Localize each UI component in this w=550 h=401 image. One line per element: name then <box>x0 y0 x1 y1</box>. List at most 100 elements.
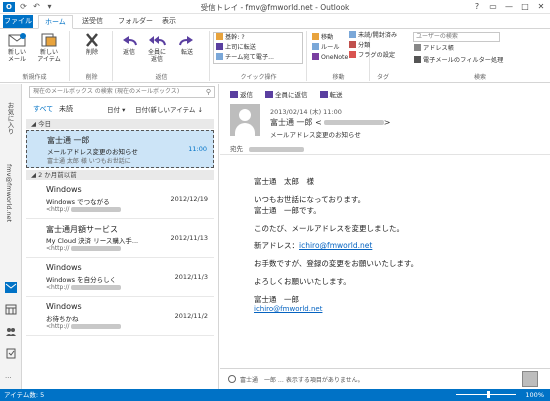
delete-icon <box>86 33 98 47</box>
group-delete: 削除 削除 <box>71 31 113 81</box>
search-icon[interactable]: ⚲ <box>206 87 211 97</box>
sender-avatar[interactable] <box>230 104 260 136</box>
reply-action[interactable]: 返信 <box>230 89 253 99</box>
redacted-text <box>71 324 122 329</box>
reply-all-small-icon <box>265 91 273 98</box>
body-line: このたび、メールアドレスを変更しました。 <box>254 224 404 233</box>
follow-up-button[interactable]: フラグの設定 <box>349 51 411 61</box>
message-item[interactable]: Windows Windows でつながる <http:// 2012/12/1… <box>26 181 214 219</box>
categorize-icon <box>349 41 356 48</box>
flag-icon <box>349 51 356 58</box>
header-divider <box>220 154 550 155</box>
mail-small-icon <box>216 53 223 60</box>
message-item[interactable]: 富士通 一郎 メールアドレス変更のお知らせ 富士通 太郎 様 いつもお世話に 1… <box>26 130 214 168</box>
zoom-slider[interactable] <box>456 394 516 395</box>
reply-all-button[interactable]: 全員に 返信 <box>144 33 170 63</box>
categorize-button[interactable]: 分類 <box>349 41 411 51</box>
body-line: 富士通 一郎 <box>254 295 299 304</box>
favorites-label[interactable]: お気に入り <box>5 102 15 135</box>
item-count: アイテム数: 5 <box>4 391 45 399</box>
reply-all-icon <box>149 36 166 46</box>
search-people-input[interactable]: ユーザーの検索 <box>413 32 500 42</box>
filter-unread[interactable]: 未読 <box>59 104 73 114</box>
redacted-text <box>71 246 122 251</box>
filter-email-button[interactable]: 電子メールのフィルター処理 <box>414 56 534 66</box>
address-book-icon <box>414 44 421 51</box>
onenote-button[interactable]: OneNote <box>312 53 348 63</box>
mail-icon[interactable] <box>5 282 17 293</box>
delete-button[interactable]: 削除 <box>79 33 105 56</box>
new-items-button[interactable]: 新しい アイテム <box>36 33 62 63</box>
quick-step-item[interactable]: チーム宛て電子... <box>216 53 302 63</box>
tab-folder[interactable]: フォルダー <box>112 15 159 29</box>
tab-send-receive[interactable]: 送受信 <box>76 15 109 29</box>
forward-action[interactable]: 転送 <box>319 89 343 99</box>
ribbon-tabs: ファイル ホーム 送受信 フォルダー 表示 <box>0 14 550 29</box>
rules-button[interactable]: ルール <box>312 43 340 53</box>
address-book-button[interactable]: アドレス帳 <box>414 44 454 54</box>
unread-read-button[interactable]: 未読/開封済み <box>349 31 411 41</box>
people-icon[interactable] <box>5 326 17 337</box>
signature-email-link[interactable]: ichiro@fmworld.net <box>254 305 322 313</box>
rules-icon <box>312 43 319 50</box>
section-header-today[interactable]: ◢ 今日 <box>26 119 214 129</box>
more-icon[interactable]: … <box>5 372 12 380</box>
folder-icon <box>216 33 223 40</box>
message-date: 2013/02/14 (木) 11:00 <box>270 108 342 116</box>
message-to: 宛先 <box>230 143 305 153</box>
calendar-icon[interactable] <box>5 304 17 315</box>
new-email-button[interactable]: 新しい メール <box>4 33 30 63</box>
people-pane-text: 富士通 一郎 … 表示する項目がありません。 <box>240 377 364 384</box>
filter-all[interactable]: すべて <box>33 104 53 114</box>
move-button[interactable]: 移動 <box>312 33 333 43</box>
mailbox-search-input[interactable]: 現在のメールボックス の検索 (現在のメールボックス) ⚲ <box>29 86 215 98</box>
redacted-text <box>71 207 122 212</box>
tab-view[interactable]: 表示 <box>156 15 182 29</box>
reading-pane: 返信 全員に返信 転送 2013/02/14 (木) 11:00 富士通 一郎 … <box>220 84 550 389</box>
body-line: お手数ですが、登録の変更をお願いいたします。 <box>254 259 419 268</box>
move-icon <box>312 33 319 40</box>
maximize-button[interactable]: □ <box>518 1 532 12</box>
tab-home[interactable]: ホーム <box>38 15 73 29</box>
forward-small-icon <box>216 43 223 50</box>
zoom-level[interactable]: 100% <box>525 389 544 401</box>
body-line: よろしくお願いいたします。 <box>254 277 351 286</box>
onenote-icon <box>312 53 319 60</box>
navigation-strip: お気に入り fmv@fmworld.net … <box>0 84 22 389</box>
tab-file[interactable]: ファイル <box>3 15 33 28</box>
message-item[interactable]: 富士通月額サービス My Cloud 決済 リース購入手... <http://… <box>26 220 214 258</box>
reply-button[interactable]: 返信 <box>116 33 142 56</box>
sort-order-toggle[interactable]: 日付(新しいアイテム ↓ <box>135 104 203 114</box>
body-line: 富士通 一郎です。 <box>254 206 321 215</box>
redacted-text <box>323 120 384 125</box>
window-controls: ? ▭ — □ ✕ <box>470 1 548 12</box>
mailbox-folder-label[interactable]: fmv@fmworld.net <box>5 164 13 222</box>
forward-small-icon <box>319 91 328 98</box>
redacted-text <box>249 146 305 152</box>
help-button[interactable]: ? <box>470 1 484 12</box>
tasks-icon[interactable] <box>5 348 17 359</box>
forward-button[interactable]: 転送 <box>174 33 200 56</box>
message-sender[interactable]: 富士通 一郎 < > <box>270 117 391 128</box>
ribbon-display-button[interactable]: ▭ <box>486 1 500 12</box>
reply-all-action[interactable]: 全員に返信 <box>265 89 308 99</box>
close-button[interactable]: ✕ <box>534 1 548 12</box>
new-address-link[interactable]: ichiro@fmworld.net <box>299 241 372 250</box>
section-header-older[interactable]: ◢ 2 か月前以前 <box>26 170 214 180</box>
redacted-text <box>71 285 122 290</box>
contact-avatar[interactable] <box>522 371 538 387</box>
minimize-button[interactable]: — <box>502 1 516 12</box>
message-subject: メールアドレス変更のお知らせ <box>270 131 361 139</box>
sort-by-dropdown[interactable]: 日付 ▾ <box>107 104 125 114</box>
ribbon: 新しい メール 新しい アイテム 新規作成 削除 削除 返信 全員に 返信 転送… <box>0 29 550 83</box>
zoom-slider-knob[interactable] <box>487 391 490 398</box>
message-item[interactable]: Windows お待ちかね <http:// 2012/11/2 <box>26 298 214 336</box>
reply-icon <box>123 36 137 46</box>
body-line: 富士通 太郎 様 <box>254 177 314 186</box>
message-item[interactable]: Windows Windows を自分らしく <http:// 2012/11/… <box>26 259 214 297</box>
quick-step-item[interactable]: 基幹: ? <box>216 33 302 43</box>
title-bar: O ⟳ ↶ ▾ 受信トレイ - fmv@fmworld.net - Outloo… <box>0 0 550 14</box>
body-line: 新アドレス：ichiro@fmworld.net <box>254 241 373 250</box>
status-bar: アイテム数: 5 100% <box>0 389 550 401</box>
quick-step-item[interactable]: 上司に転送 <box>216 43 302 53</box>
